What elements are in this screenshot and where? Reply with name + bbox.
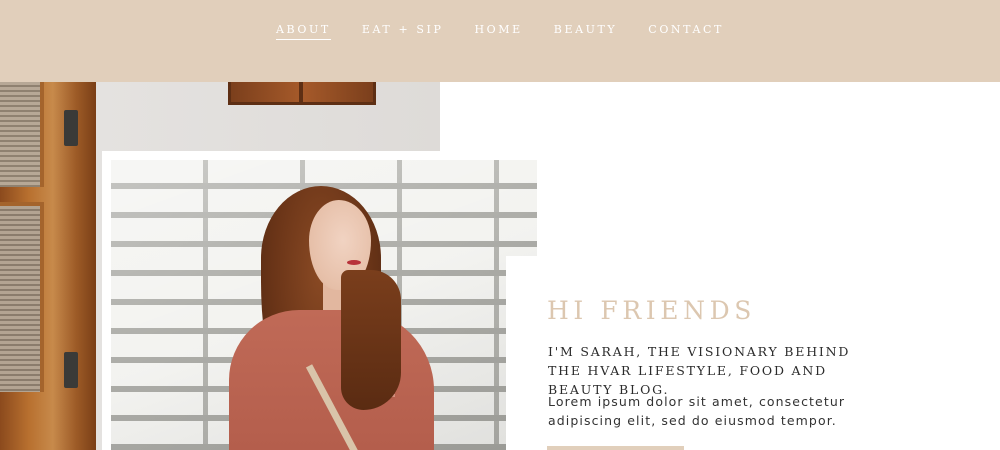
nav-link-about[interactable]: ABOUT <box>275 23 331 40</box>
person-lips <box>347 260 361 265</box>
portrait-photo <box>111 160 537 450</box>
main-navigation: ABOUT EAT + SIP HOME BEAUTY CONTACT <box>0 0 1000 82</box>
door-hinge <box>64 110 78 146</box>
read-more-button[interactable] <box>547 446 684 450</box>
person-shirt <box>229 310 434 450</box>
nav-link-contact[interactable]: CONTACT <box>648 23 724 39</box>
nav-link-beauty[interactable]: BEAUTY <box>554 23 618 39</box>
door-shutter-bottom <box>0 202 44 392</box>
nav-link-home[interactable]: HOME <box>474 23 522 39</box>
wooden-door <box>0 82 96 450</box>
door-shutter-top <box>0 82 44 187</box>
door-hinge <box>64 352 78 388</box>
intro-text: I'M SARAH, THE VISIONARY BEHIND THE HVAR… <box>548 344 851 397</box>
page-title: HI FRIENDS <box>547 296 756 325</box>
nav-link-eat-sip[interactable]: EAT + SIP <box>362 23 444 39</box>
window-frame <box>228 82 376 105</box>
top-nav-bar: ABOUT EAT + SIP HOME BEAUTY CONTACT <box>0 0 1000 82</box>
body-text: Lorem ipsum dolor sit amet, consectetur … <box>548 394 846 428</box>
person-hair-front <box>341 270 401 410</box>
